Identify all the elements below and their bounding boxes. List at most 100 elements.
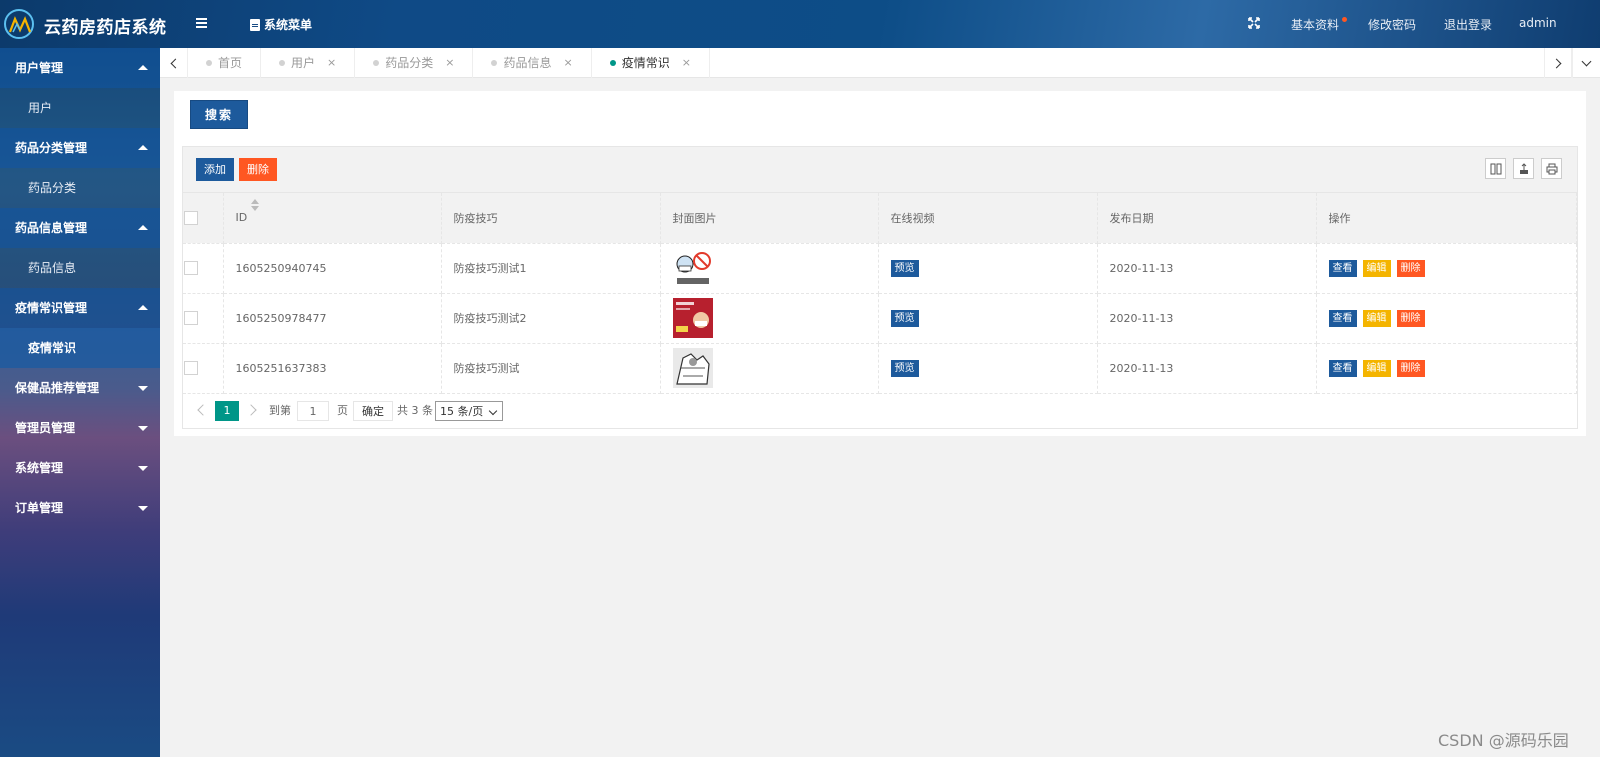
cell-date: 2020-11-13: [1097, 343, 1317, 394]
tab-home[interactable]: 首页: [188, 48, 262, 78]
goto-label: 到第: [269, 404, 291, 417]
sidebar-group-health-products[interactable]: 保健品推荐管理: [0, 368, 160, 408]
page-size-select[interactable]: 15 条/页: [435, 401, 503, 421]
cell-date: 2020-11-13: [1097, 243, 1317, 294]
row-checkbox[interactable]: [184, 311, 198, 325]
edit-button[interactable]: 编辑: [1362, 359, 1391, 377]
cell-id: 1605250940745: [223, 243, 442, 294]
document-icon: [250, 18, 260, 31]
tab-drug-category[interactable]: 药品分类 ×: [355, 48, 474, 78]
sidebar-group-category-management[interactable]: 药品分类管理: [0, 128, 160, 168]
row-checkbox[interactable]: [184, 261, 198, 275]
cell-cover: [660, 293, 879, 344]
cell-actions: 查看 编辑 删除: [1316, 343, 1577, 394]
sort-icon[interactable]: [251, 198, 261, 213]
logout-link[interactable]: 退出登录: [1444, 16, 1492, 33]
change-password-link[interactable]: 修改密码: [1368, 16, 1416, 33]
page-size-value: 15 条/页: [440, 405, 484, 418]
print-icon[interactable]: [1541, 158, 1562, 179]
add-button[interactable]: 添加: [196, 158, 234, 181]
close-icon[interactable]: ×: [682, 48, 691, 78]
total-count: 共 3 条: [397, 404, 433, 417]
page-number-input[interactable]: 1: [297, 401, 329, 421]
prev-page-icon[interactable]: [197, 404, 209, 416]
cell-actions: 查看 编辑 删除: [1316, 243, 1577, 294]
tab-menu-dropdown[interactable]: [1572, 48, 1600, 78]
cell-cover: [660, 343, 879, 394]
system-menu-button[interactable]: 系统菜单: [250, 16, 312, 33]
preview-button[interactable]: 预览: [890, 359, 919, 377]
sidebar-group-drug-info-management[interactable]: 药品信息管理: [0, 208, 160, 248]
tab-user[interactable]: 用户 ×: [261, 48, 356, 78]
page-unit-label: 页: [337, 404, 348, 417]
cell-title: 防疫技巧测试1: [441, 243, 661, 294]
main-card: 搜索 添加 删除 ID 防疫技巧 封面图片 在线视频 发布日期 操作 16052…: [174, 91, 1586, 436]
tab-dot-icon: [373, 60, 380, 66]
sidebar-item-drug-info[interactable]: 药品信息: [0, 248, 160, 288]
tab-dot-icon: [206, 60, 212, 66]
basic-info-link[interactable]: 基本资料: [1291, 16, 1339, 33]
cell-date: 2020-11-13: [1097, 293, 1317, 344]
cover-image[interactable]: [672, 348, 713, 388]
tab-label: 首页: [218, 56, 243, 70]
sidebar: 用户管理 用户 药品分类管理 药品分类 药品信息管理 药品信息 疫情常识管理 疫…: [0, 48, 160, 757]
caret-down-icon: [138, 466, 148, 471]
chevron-right-icon: [1551, 58, 1562, 68]
view-button[interactable]: 查看: [1328, 359, 1357, 377]
preview-button[interactable]: 预览: [890, 309, 919, 327]
cell-title: 防疫技巧测试: [441, 343, 661, 394]
user-name[interactable]: admin: [1519, 16, 1557, 30]
tab-scroll-left-button[interactable]: [160, 48, 188, 78]
delete-row-button[interactable]: 删除: [1396, 259, 1425, 277]
delete-row-button[interactable]: 删除: [1396, 359, 1425, 377]
columns-filter-icon[interactable]: [1485, 158, 1506, 179]
edit-button[interactable]: 编辑: [1362, 309, 1391, 327]
records-table: ID 防疫技巧 封面图片 在线视频 发布日期 操作 1605250940745 …: [183, 193, 1577, 394]
cover-image[interactable]: [672, 298, 713, 338]
next-page-icon[interactable]: [245, 404, 257, 416]
tab-drug-info[interactable]: 药品信息 ×: [473, 48, 592, 78]
tab-scroll-right-button[interactable]: [1544, 48, 1572, 78]
export-icon[interactable]: [1513, 158, 1534, 179]
sidebar-item-category[interactable]: 药品分类: [0, 168, 160, 208]
close-icon[interactable]: ×: [327, 48, 336, 78]
close-icon[interactable]: ×: [445, 48, 454, 78]
close-icon[interactable]: ×: [564, 48, 573, 78]
preview-button[interactable]: 预览: [890, 259, 919, 277]
caret-up-icon: [138, 305, 148, 310]
sidebar-group-user-management[interactable]: 用户管理: [0, 48, 160, 88]
view-button[interactable]: 查看: [1328, 309, 1357, 327]
view-button[interactable]: 查看: [1328, 259, 1357, 277]
sidebar-item-epidemic[interactable]: 疫情常识: [0, 328, 160, 368]
cell-video: 预览: [878, 293, 1098, 344]
sidebar-group-admin-management[interactable]: 管理员管理: [0, 408, 160, 448]
sidebar-item-user[interactable]: 用户: [0, 88, 160, 128]
logo-icon: [4, 9, 34, 39]
cell-cover: [660, 243, 879, 294]
row-checkbox-cell: [183, 343, 224, 394]
sidebar-group-label: 疫情常识管理: [15, 301, 88, 315]
caret-down-icon: [138, 426, 148, 431]
menu-toggle-icon[interactable]: [194, 16, 208, 30]
delete-button[interactable]: 删除: [239, 158, 277, 181]
sidebar-group-label: 系统管理: [15, 461, 64, 475]
chevron-down-icon: [1581, 56, 1592, 66]
column-header-date: 发布日期: [1097, 193, 1317, 244]
sidebar-group-system-management[interactable]: 系统管理: [0, 448, 160, 488]
sidebar-group-label: 保健品推荐管理: [15, 381, 100, 395]
top-header: 云药房药店系统 系统菜单 基本资料 修改密码 退出登录 admin: [0, 0, 1600, 48]
select-all-checkbox[interactable]: [184, 210, 198, 225]
sidebar-group-order-management[interactable]: 订单管理: [0, 488, 160, 528]
row-checkbox[interactable]: [184, 361, 198, 375]
cover-image[interactable]: [672, 248, 713, 288]
search-button[interactable]: 搜索: [190, 100, 248, 129]
cell-title: 防疫技巧测试2: [441, 293, 661, 344]
edit-button[interactable]: 编辑: [1362, 259, 1391, 277]
column-header-id[interactable]: ID: [223, 193, 442, 244]
delete-row-button[interactable]: 删除: [1396, 309, 1425, 327]
page-current[interactable]: 1: [215, 401, 239, 421]
confirm-page-button[interactable]: 确定: [353, 401, 393, 421]
sidebar-group-epidemic-management[interactable]: 疫情常识管理: [0, 288, 160, 328]
fullscreen-icon[interactable]: [1248, 17, 1260, 29]
tab-epidemic[interactable]: 疫情常识 ×: [592, 48, 710, 78]
